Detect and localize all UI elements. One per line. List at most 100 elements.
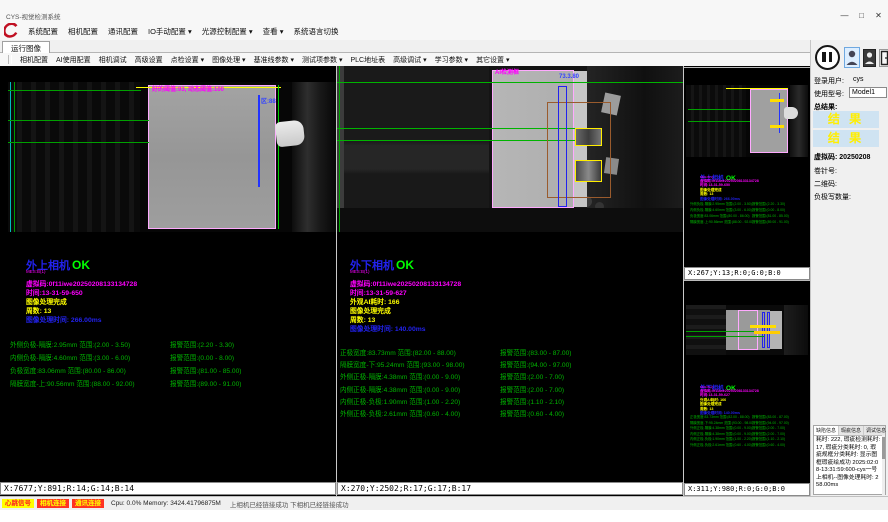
toolbar-items: 相机配置 AI使用配置相机调试高级设置点检设置 ▾ 图像处理 ▾ 基准线参数 ▾ 测试项…	[20, 55, 510, 65]
left-scene-green-hline-1	[8, 120, 149, 121]
measure-value: 外侧负极-隔膜:2.95mm 范围:(2.00 - 3.50)	[10, 339, 170, 352]
menu-item-6[interactable]: 系统语言切换	[293, 26, 338, 37]
measure-row: 内侧负极-隔膜:4.60mm 范围:(3.00 - 6.00)报警范围:(0.0…	[10, 352, 334, 365]
scrollbar-thumb[interactable]	[882, 437, 885, 459]
measure-value: 外侧正极-负极:2.61mm 范围:(0.60 - 4.00)	[690, 442, 752, 448]
result-box-lower: 结 果	[813, 130, 879, 147]
left-scene-film	[148, 85, 276, 229]
toolbar-item-1[interactable]: AI使用配置	[56, 55, 91, 65]
measure-value: 外侧正极-隔膜:4.38mm 范围:(0.00 - 9.00)	[340, 371, 500, 383]
s1-machine-right	[790, 85, 808, 157]
small-lower-coordinate-bar: X:311;Y:980;R:0;G:0;B:0	[684, 483, 810, 496]
user-login-button[interactable]	[844, 47, 860, 68]
toolbar-item-4[interactable]: 点检设置 ▾	[171, 55, 204, 65]
maximize-icon[interactable]: □	[854, 10, 869, 21]
measure-value: 负极宽度:83.06mm 范围:(80.00 - 86.00)	[10, 365, 170, 378]
measure-value: 隔膜宽度-下:95.24mm 范围:(93.00 - 98.00)	[340, 359, 500, 371]
info-tab-1[interactable]: 瑕疵信息	[839, 426, 864, 435]
s1-green-line-1	[688, 109, 750, 110]
small-upper-coordinate-bar: X:267;Y:13;R:0;G:0;B:0	[684, 267, 810, 280]
menu-items: 系统配置相机配置通讯配置 IO手动配置 ▾ 光源控制配置 ▾ 查看 ▾ 系统语言切换	[28, 26, 338, 37]
menu-item-0[interactable]: 系统配置	[28, 26, 58, 37]
lower-camera-image[interactable]: AI检测框 73.3.80	[337, 66, 683, 232]
left-scene-cyan-line	[10, 82, 11, 232]
exit-button[interactable]	[879, 49, 888, 67]
toolbar-item-3[interactable]: 高级设置	[135, 55, 163, 65]
tab-run-image[interactable]: 运行图像	[2, 41, 50, 53]
menu-item-2[interactable]: 通讯配置	[108, 26, 138, 37]
s2-green-line-2	[686, 336, 764, 337]
left-scene-green-vline	[14, 82, 15, 232]
model-select[interactable]: Model1	[849, 87, 887, 98]
alarm-range: 报警范围:(81.00 - 85.00)	[170, 365, 241, 378]
toolbar-item-5[interactable]: 图像处理 ▾	[212, 55, 245, 65]
toolbar-item-6[interactable]: 基准线参数 ▾	[254, 55, 294, 65]
info-tab-0[interactable]: 缺陷信息	[814, 426, 839, 435]
measure-row: 隔膜宽度-上:90.56mm 范围:(88.00 - 92.00)报警范围:(8…	[10, 378, 334, 391]
proc-time-line: 图像处理时间: 140.00ms	[350, 325, 650, 334]
toolbar-item-9[interactable]: 高级调试 ▾	[393, 55, 426, 65]
measure-value: 正极宽度:83.73mm 范围:(82.00 - 88.00)	[340, 347, 500, 359]
toolbar-item-8[interactable]: PLC地址表	[351, 55, 386, 65]
cycle-line: 周数: 13	[350, 316, 650, 325]
status-badge-comm: 通讯连接	[72, 499, 104, 508]
s1-white-tab	[784, 107, 798, 119]
login-user-value[interactable]: cys	[853, 76, 864, 83]
pause-button[interactable]	[815, 45, 840, 70]
measure-value: 内侧正极-负极:1.90mm 范围:(1.00 - 2.20)	[340, 396, 500, 408]
mid-scene-green-vline	[339, 66, 340, 232]
small-upper-result-text: 外上相机OK MES:B(1) 虚拟码:0f11iwe2025020813313…	[700, 167, 806, 201]
main-content: 好的阈值:93, 动态阈值:100 区:88 外上相机OK MES:B(1) 虚…	[0, 66, 810, 496]
menu-item-3[interactable]: IO手动配置 ▾	[148, 26, 192, 37]
measure-row: 负极宽度:83.06mm 范围:(80.00 - 86.00)报警范围:(81.…	[10, 365, 334, 378]
model-label: 使用型号:	[814, 89, 844, 99]
s2-annotation-1	[750, 325, 776, 328]
toolbar-item-0[interactable]: 相机配置	[20, 55, 48, 65]
status-bar: 心跳信号 相机连接 通讯连接 Cpu: 0.0% Memory: 3424.41…	[0, 496, 888, 510]
small-lower-image	[686, 305, 808, 355]
proc-time-line: 图像处理时间: 266.00ms	[26, 316, 326, 325]
menu-item-4[interactable]: 光源控制配置 ▾	[202, 26, 253, 37]
small-upper-image	[686, 85, 808, 157]
s2-green-line-1	[686, 331, 764, 332]
alarm-range: 报警范围:(2.20 - 3.30)	[170, 339, 234, 352]
result-ok-label: OK	[396, 258, 414, 272]
status-badge-heartbeat: 心跳信号	[2, 499, 34, 508]
info-log-text: 耗时: 222, 瑕疵检测耗时: 17, 瑕疵分类耗时: 0, 瑕疵规框分类耗时…	[814, 436, 885, 491]
info-tab-2[interactable]: 调试信息	[864, 426, 888, 435]
s2-blue-bar-2	[767, 312, 770, 348]
toolbar-item-11[interactable]: 其它设置 ▾	[476, 55, 509, 65]
barcode-line: 虚拟码:0f11iwe20250208133134728	[26, 280, 326, 289]
toolbar-item-2[interactable]: 相机调试	[99, 55, 127, 65]
left-scene-blue-line	[258, 95, 260, 187]
result-ok-label: OK	[72, 258, 90, 272]
left-camera-image[interactable]: 好的阈值:93, 动态阈值:100 区:88	[8, 82, 336, 232]
close-icon[interactable]: ✕	[871, 10, 886, 21]
menu-item-1[interactable]: 相机配置	[68, 26, 98, 37]
edge-measure-label: 区:88	[261, 96, 276, 105]
ai-box-label: AI检测框	[495, 67, 519, 76]
window-title: CYS-视觉检测系统	[6, 11, 61, 21]
s1-annotation-2	[770, 125, 784, 128]
small-lower-measurements: 正极宽度:83.73mm 范围:(82.00 - 88.00)报警范围:(83.…	[690, 414, 808, 448]
time-line: 时间:13-31-59-650	[26, 289, 326, 298]
measure-row: 外侧正极-负极:2.61mm 范围:(0.60 - 4.00)报警范围:(0.6…	[690, 442, 808, 448]
toolbar-item-10[interactable]: 学习参数 ▾	[435, 55, 468, 65]
mes-label: MES:B(1)	[350, 269, 650, 276]
done-line: 图像处理完成	[350, 307, 650, 316]
ai-defect-box	[547, 102, 611, 198]
small-view-lower[interactable]: 外下相机OK MES:B(1) 虚拟码:0f11iwe2025020813313…	[684, 280, 810, 495]
small-view-upper[interactable]: 外上相机OK MES:B(1) 虚拟码:0f11iwe2025020813313…	[684, 67, 810, 279]
alarm-range: 报警范围:(0.60 - 4.00)	[752, 442, 785, 448]
menu-item-5[interactable]: 查看 ▾	[263, 26, 284, 37]
measure-value: 外侧正极-负极:2.61mm 范围:(0.60 - 4.00)	[340, 408, 500, 420]
cycle-line: 周数: 13	[26, 307, 326, 316]
alarm-range: 报警范围:(0.00 - 8.00)	[170, 352, 234, 365]
left-camera-measurements: 外侧负极-隔膜:2.95mm 范围:(2.00 - 3.50)报警范围:(2.2…	[10, 339, 334, 391]
info-scrollbar[interactable]	[882, 435, 885, 495]
left-scene-white-tab	[275, 120, 305, 148]
minimize-icon[interactable]: —	[837, 10, 852, 21]
toolbar-item-7[interactable]: 测试项参数 ▾	[302, 55, 342, 65]
admin-user-button[interactable]	[863, 49, 876, 67]
measure-value: 隔膜宽度-上:90.56mm 范围:(88.00 - 92.00)	[10, 378, 170, 391]
